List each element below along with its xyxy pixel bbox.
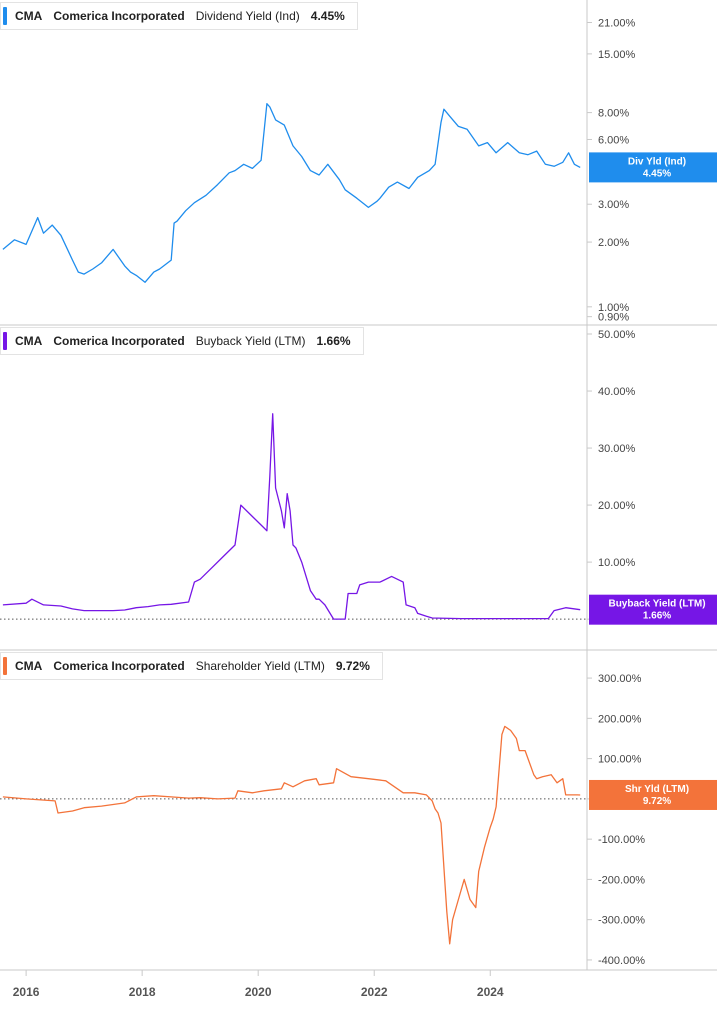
chart-canvas: 21.00%15.00%8.00%6.00%3.00%2.00%1.00%0.9… (0, 0, 717, 999)
legend-metric: Shareholder Yield (LTM) (195, 659, 325, 673)
y-tick-label: 3.00% (598, 199, 629, 211)
legend-ticker: CMA (15, 659, 43, 673)
y-tick-label: 40.00% (598, 386, 636, 398)
badge-value: 1.66% (643, 611, 671, 622)
y-tick-label: 50.00% (598, 329, 636, 341)
legend-value: 1.66% (316, 334, 351, 348)
y-tick-label: 6.00% (598, 134, 629, 146)
series-line (2, 103, 581, 283)
legend-dividend-yield: CMA Comerica Incorporated Dividend Yield… (0, 2, 358, 30)
y-tick-label: -200.00% (598, 874, 645, 886)
y-tick-label: 100.00% (598, 754, 642, 766)
series-color-swatch (3, 332, 7, 350)
y-tick-label: -100.00% (598, 834, 645, 846)
y-tick-label: -300.00% (598, 915, 645, 927)
series-line (2, 725, 581, 945)
series-color-swatch (3, 657, 7, 675)
chart-root: 21.00% 15.00% 8.00% 6.00% 3.00% 2.00% 1.00% 0.9… (0, 0, 717, 1005)
badge-title: Div Yld (Ind) (628, 156, 686, 167)
legend-value: 4.45% (310, 9, 345, 23)
y-tick-label: 300.00% (598, 673, 642, 685)
y-tick-label: 200.00% (598, 713, 642, 725)
x-tick-label: 2024 (477, 985, 504, 999)
y-tick-label: 0.90% (598, 312, 629, 324)
y-tick-label: 10.00% (598, 557, 636, 569)
legend-metric: Dividend Yield (Ind) (195, 9, 300, 23)
y-tick-label: 21.00% (598, 17, 636, 29)
badge-title: Shr Yld (LTM) (625, 784, 689, 795)
legend-shareholder-yield: CMA Comerica Incorporated Shareholder Yi… (0, 652, 383, 680)
legend-company: Comerica Incorporated (53, 659, 185, 673)
badge-value: 4.45% (643, 168, 671, 179)
legend-ticker: CMA (15, 334, 43, 348)
legend-company: Comerica Incorporated (53, 334, 185, 348)
badge-title: Buyback Yield (LTM) (608, 599, 705, 610)
legend-buyback-yield: CMA Comerica Incorporated Buyback Yield … (0, 327, 364, 355)
y-tick-label: 15.00% (598, 49, 636, 61)
y-tick-label: 2.00% (598, 237, 629, 249)
series-line (2, 413, 581, 620)
y-tick-label: 30.00% (598, 443, 636, 455)
legend-metric: Buyback Yield (LTM) (195, 334, 306, 348)
x-tick-label: 2016 (13, 985, 40, 999)
x-tick-label: 2020 (245, 985, 272, 999)
legend-value: 9.72% (335, 659, 370, 673)
x-tick-label: 2018 (129, 985, 156, 999)
y-tick-label: 8.00% (598, 108, 629, 120)
y-tick-label: -400.00% (598, 955, 645, 967)
legend-ticker: CMA (15, 9, 43, 23)
y-tick-label: 20.00% (598, 500, 636, 512)
x-tick-label: 2022 (361, 985, 388, 999)
series-color-swatch (3, 7, 7, 25)
badge-value: 9.72% (643, 796, 671, 807)
legend-company: Comerica Incorporated (53, 9, 185, 23)
